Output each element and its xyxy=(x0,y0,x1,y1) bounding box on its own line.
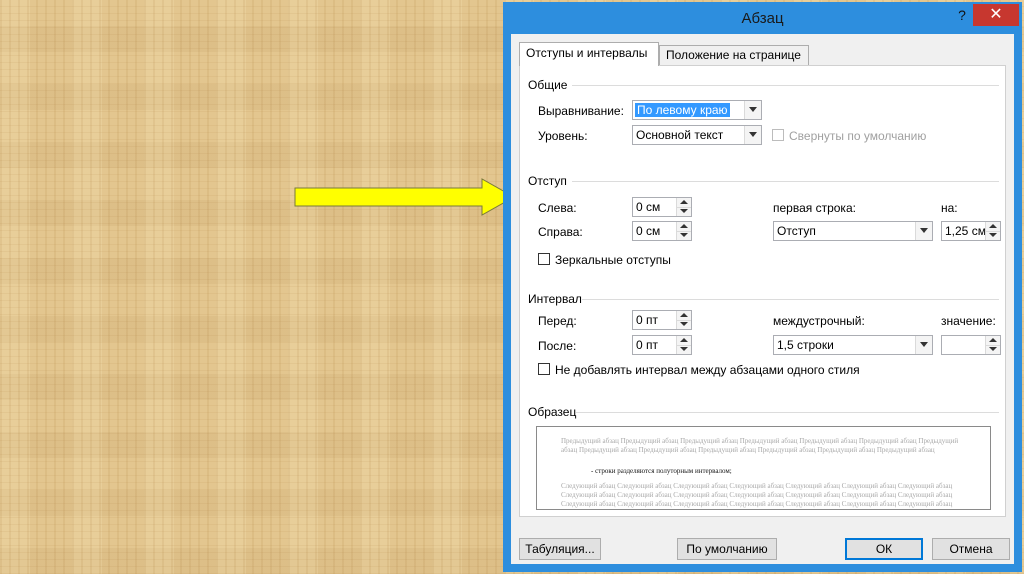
alignment-value: По левому краю xyxy=(635,103,730,117)
chevron-down-icon[interactable] xyxy=(744,126,761,144)
spin-down-icon[interactable] xyxy=(986,345,1000,354)
alignment-label: Выравнивание: xyxy=(538,104,624,118)
mirror-indents-label: Зеркальные отступы xyxy=(555,253,671,267)
chevron-down-icon[interactable] xyxy=(744,101,761,119)
section-general-heading: Общие xyxy=(528,78,568,92)
tab-indents-spacing[interactable]: Отступы и интервалы xyxy=(519,42,659,66)
spacing-before-label: Перед: xyxy=(538,314,577,328)
indent-left-label: Слева: xyxy=(538,201,577,215)
spacing-after-label: После: xyxy=(538,339,577,353)
indent-by-value: 1,25 см xyxy=(945,224,986,238)
spin-down-icon[interactable] xyxy=(986,231,1000,240)
line-spacing-value: 1,5 строки xyxy=(777,338,834,352)
no-space-same-style-label: Не добавлять интервал между абзацами одн… xyxy=(555,363,860,377)
preview-next-paragraph: Следующий абзац Следующий абзац Следующи… xyxy=(561,482,953,508)
title-bar[interactable]: Абзац ? ✕ xyxy=(503,2,1022,34)
level-select[interactable]: Основной текст xyxy=(632,125,762,145)
indent-right-value: 0 см xyxy=(636,224,661,238)
divider xyxy=(576,412,999,413)
close-button[interactable]: ✕ xyxy=(973,4,1019,26)
cancel-button[interactable]: Отмена xyxy=(932,538,1010,560)
collapsed-checkbox[interactable] xyxy=(772,129,784,141)
chevron-down-icon[interactable] xyxy=(915,222,932,240)
help-button[interactable]: ? xyxy=(954,7,970,25)
section-preview-heading: Образец xyxy=(528,405,577,419)
no-space-same-style-checkbox[interactable] xyxy=(538,363,550,375)
tabs-button[interactable]: Табуляция... xyxy=(519,538,601,560)
spin-down-icon[interactable] xyxy=(677,345,691,354)
set-default-button[interactable]: По умолчанию xyxy=(677,538,777,560)
divider xyxy=(572,181,999,182)
first-line-select[interactable]: Отступ xyxy=(773,221,933,241)
section-spacing-heading: Интервал xyxy=(528,292,582,306)
indent-right-label: Справа: xyxy=(538,225,583,239)
level-value: Основной текст xyxy=(636,128,724,142)
chevron-down-icon[interactable] xyxy=(915,336,932,354)
paragraph-dialog: Абзац ? ✕ Положение на странице Отступы … xyxy=(503,2,1022,572)
mirror-indents-checkbox[interactable] xyxy=(538,253,550,265)
spacing-before-stepper[interactable]: 0 пт xyxy=(632,310,692,330)
divider xyxy=(582,299,999,300)
collapsed-label: Свернуты по умолчанию xyxy=(789,129,927,143)
spin-down-icon[interactable] xyxy=(677,207,691,216)
ok-button[interactable]: ОК xyxy=(845,538,923,560)
first-line-label: первая строка: xyxy=(773,201,856,215)
indent-by-label: на: xyxy=(941,201,958,215)
spin-down-icon[interactable] xyxy=(677,231,691,240)
tab-panel: Общие Выравнивание: По левому краю Урове… xyxy=(519,65,1006,517)
section-indent-heading: Отступ xyxy=(528,174,567,188)
indent-right-stepper[interactable]: 0 см xyxy=(632,221,692,241)
dialog-title: Абзац xyxy=(741,10,784,27)
preview-previous-paragraph: Предыдущий абзац Предыдущий абзац Предыд… xyxy=(561,437,959,454)
tab-page-position[interactable]: Положение на странице xyxy=(659,45,809,66)
spacing-after-stepper[interactable]: 0 пт xyxy=(632,335,692,355)
indent-left-value: 0 см xyxy=(636,200,661,214)
spacing-after-value: 0 пт xyxy=(636,338,659,352)
divider xyxy=(572,85,999,86)
alignment-select[interactable]: По левому краю xyxy=(632,100,762,120)
paragraph-preview: Предыдущий абзац Предыдущий абзац Предыд… xyxy=(536,426,991,510)
line-spacing-label: междустрочный: xyxy=(773,314,865,328)
dialog-client-area: Положение на странице Отступы и интервал… xyxy=(511,34,1014,564)
spacing-before-value: 0 пт xyxy=(636,313,659,327)
indent-left-stepper[interactable]: 0 см xyxy=(632,197,692,217)
spacing-value-stepper[interactable] xyxy=(941,335,1001,355)
line-spacing-select[interactable]: 1,5 строки xyxy=(773,335,933,355)
first-line-value: Отступ xyxy=(777,224,816,238)
arrow-annotation-icon xyxy=(294,178,516,216)
level-label: Уровень: xyxy=(538,129,588,143)
spacing-value-label: значение: xyxy=(941,314,996,328)
spin-down-icon[interactable] xyxy=(677,320,691,329)
indent-by-stepper[interactable]: 1,25 см xyxy=(941,221,1001,241)
preview-current-paragraph: - строки разделяются полуторным интервал… xyxy=(591,467,732,475)
